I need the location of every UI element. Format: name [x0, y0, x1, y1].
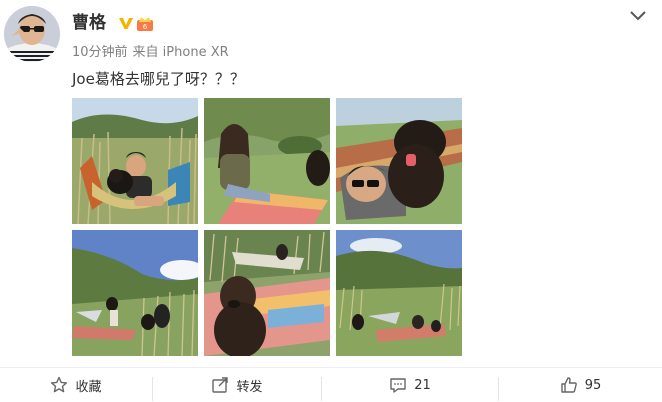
photo-picnic-wide[interactable] — [336, 230, 462, 356]
photo-poodle-blanket[interactable] — [204, 230, 330, 356]
photo-grid — [72, 98, 462, 356]
repost-label: 转发 — [236, 379, 263, 395]
favorite-label: 收藏 — [75, 379, 102, 395]
comment-icon — [390, 378, 406, 393]
post-meta: 10分钟前 来自 iPhone XR — [72, 44, 229, 62]
avatar[interactable] — [4, 6, 60, 62]
photo-woman-picnic[interactable] — [204, 98, 330, 224]
svg-text:6: 6 — [143, 23, 148, 31]
favorite-button[interactable]: 收藏 — [0, 368, 152, 402]
photo-poodle-selfie[interactable] — [336, 98, 462, 224]
like-button[interactable]: 95 — [499, 368, 662, 402]
crown-member-icon[interactable]: 6 — [136, 14, 154, 32]
repost-button[interactable]: 转发 — [153, 368, 321, 402]
post-source: 来自 iPhone XR — [132, 45, 229, 60]
star-icon — [51, 376, 68, 393]
photo-man-poodle-hammock[interactable] — [72, 98, 198, 224]
share-icon — [212, 377, 229, 393]
chevron-down-icon — [630, 11, 646, 21]
post-text: Joe葛格去哪兒了呀？？？ — [72, 70, 245, 88]
avatar-image — [4, 6, 60, 62]
like-count: 95 — [584, 377, 602, 393]
username[interactable]: 曹格 — [72, 12, 106, 34]
post-time[interactable]: 10分钟前 — [72, 45, 128, 60]
thumbs-up-icon — [561, 377, 577, 393]
post-menu-button[interactable] — [628, 8, 648, 24]
comment-button[interactable]: 21 — [322, 368, 498, 402]
user-badges: 6 — [118, 12, 154, 34]
comment-count: 21 — [414, 377, 431, 393]
photo-family-hillside[interactable] — [72, 230, 198, 356]
verified-v-icon — [119, 18, 133, 29]
